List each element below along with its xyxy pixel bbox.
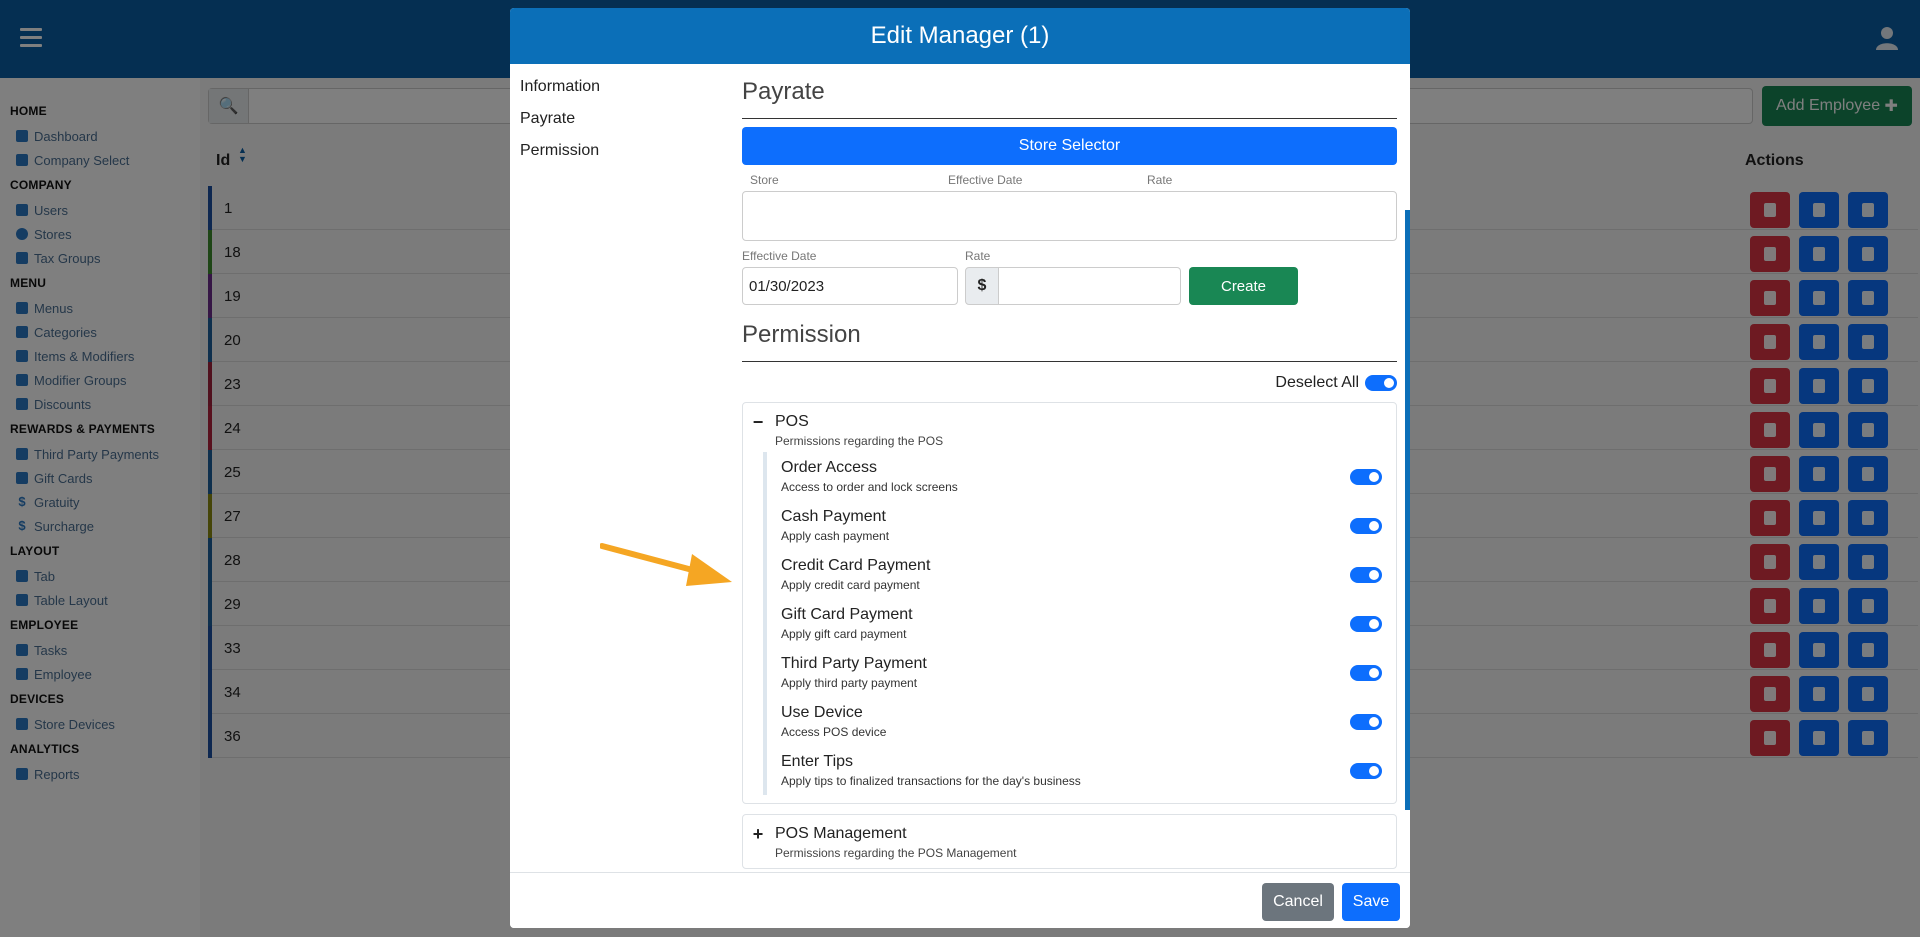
rate-label: Rate [965, 249, 991, 263]
permission-desc: Access POS device [781, 725, 887, 739]
column-effective-date: Effective Date [948, 173, 1023, 187]
permission-toggle[interactable] [1350, 664, 1382, 681]
deselect-all-row: Deselect All [742, 374, 1397, 392]
create-button[interactable]: Create [1189, 267, 1298, 305]
permission-text: Credit Card Payment Apply credit card pay… [781, 557, 930, 592]
payrate-table [742, 191, 1397, 241]
permission-desc: Apply cash payment [781, 529, 890, 543]
permission-desc: Apply gift card payment [781, 627, 907, 641]
modal-footer: Cancel Save [510, 872, 1410, 928]
permission-name: Third Party Payment [781, 655, 927, 672]
permission-title: Permission [742, 321, 1397, 362]
permission-item: Gift Card Payment Apply gift card payment [781, 599, 1386, 648]
permission-group-header[interactable]: − POS [751, 413, 1386, 431]
permission-toggle[interactable] [1350, 566, 1382, 583]
permission-group-desc: Permissions regarding the POS [775, 434, 944, 448]
permission-item: Use Device Access POS device [781, 697, 1386, 746]
permission-name: Use Device [781, 704, 863, 721]
permission-item: Third Party Payment Apply third party pay… [781, 648, 1386, 697]
permission-text: Gift Card Payment Apply gift card payment [781, 606, 913, 641]
modal-scrollbar[interactable] [1405, 210, 1410, 810]
permission-text: Enter Tips Apply tips to finalized transa… [781, 753, 1081, 788]
collapse-icon[interactable]: − [751, 413, 765, 431]
effective-date-label: Effective Date [742, 249, 817, 263]
permission-desc: Access to order and lock screens [781, 480, 958, 494]
nav-information[interactable]: Information [520, 78, 600, 110]
permission-list: Order Access Access to order and lock scr… [763, 452, 1386, 795]
dollar-addon: $ [965, 267, 999, 305]
permission-name: Order Access [781, 459, 878, 476]
column-store: Store [750, 173, 779, 187]
permission-group-desc: Permissions regarding the POS Management [775, 846, 1017, 860]
deselect-all-label: Deselect All [1275, 374, 1359, 391]
permission-item: Order Access Access to order and lock scr… [781, 452, 1386, 501]
permission-name: Enter Tips [781, 753, 854, 770]
permission-text: Third Party Payment Apply third party pay… [781, 655, 927, 690]
nav-permission[interactable]: Permission [520, 142, 600, 174]
cancel-button[interactable]: Cancel [1262, 883, 1334, 921]
permission-toggle[interactable] [1350, 468, 1382, 485]
permission-group: + POS Management Permissions regarding the… [742, 814, 1397, 869]
permission-group-title: POS Management [775, 825, 907, 842]
column-rate: Rate [1147, 173, 1173, 187]
modal-title: Edit Manager (1) [510, 8, 1410, 64]
permission-item: Enter Tips Apply tips to finalized transa… [781, 746, 1386, 795]
permission-desc: Apply tips to finalized transactions for… [781, 774, 1081, 788]
permission-item: Credit Card Payment Apply credit card pay… [781, 550, 1386, 599]
permission-name: Cash Payment [781, 508, 886, 525]
payrate-table-header: Store Effective Date Rate [742, 173, 1410, 187]
permission-desc: Apply credit card payment [781, 578, 920, 592]
permission-group: − POS Permissions regarding the POS Order A… [742, 402, 1397, 804]
permission-toggle[interactable] [1350, 517, 1382, 534]
store-selector-button[interactable]: Store Selector [742, 127, 1397, 165]
nav-payrate[interactable]: Payrate [520, 110, 600, 142]
modal-section-nav: Information Payrate Permission [520, 78, 600, 174]
permission-text: Use Device Access POS device [781, 704, 886, 739]
expand-icon[interactable]: + [751, 825, 765, 843]
permission-text: Order Access Access to order and lock scr… [781, 459, 958, 494]
payrate-form: Effective Date 01/30/2023 Rate $ Create [742, 249, 1410, 305]
payrate-title: Payrate [742, 78, 1397, 119]
save-button[interactable]: Save [1342, 883, 1400, 921]
permission-desc: Apply third party payment [781, 676, 918, 690]
edit-manager-modal: Edit Manager (1) Information Payrate Per… [510, 8, 1410, 928]
permission-group-header[interactable]: + POS Management [751, 825, 1386, 843]
permission-group-title: POS [775, 413, 809, 430]
deselect-all-toggle[interactable] [1365, 375, 1397, 391]
permission-toggle[interactable] [1350, 762, 1382, 779]
permission-text: Cash Payment Apply cash payment [781, 508, 889, 543]
modal-body[interactable]: Payrate Store Selector Store Effective D… [742, 64, 1410, 882]
effective-date-input[interactable]: 01/30/2023 [742, 267, 958, 305]
permission-name: Gift Card Payment [781, 606, 913, 623]
permission-toggle[interactable] [1350, 713, 1382, 730]
rate-input[interactable] [999, 267, 1181, 305]
permission-item: Cash Payment Apply cash payment [781, 501, 1386, 550]
permission-name: Credit Card Payment [781, 557, 931, 574]
permission-toggle[interactable] [1350, 615, 1382, 632]
annotation-arrow-icon [600, 543, 732, 586]
